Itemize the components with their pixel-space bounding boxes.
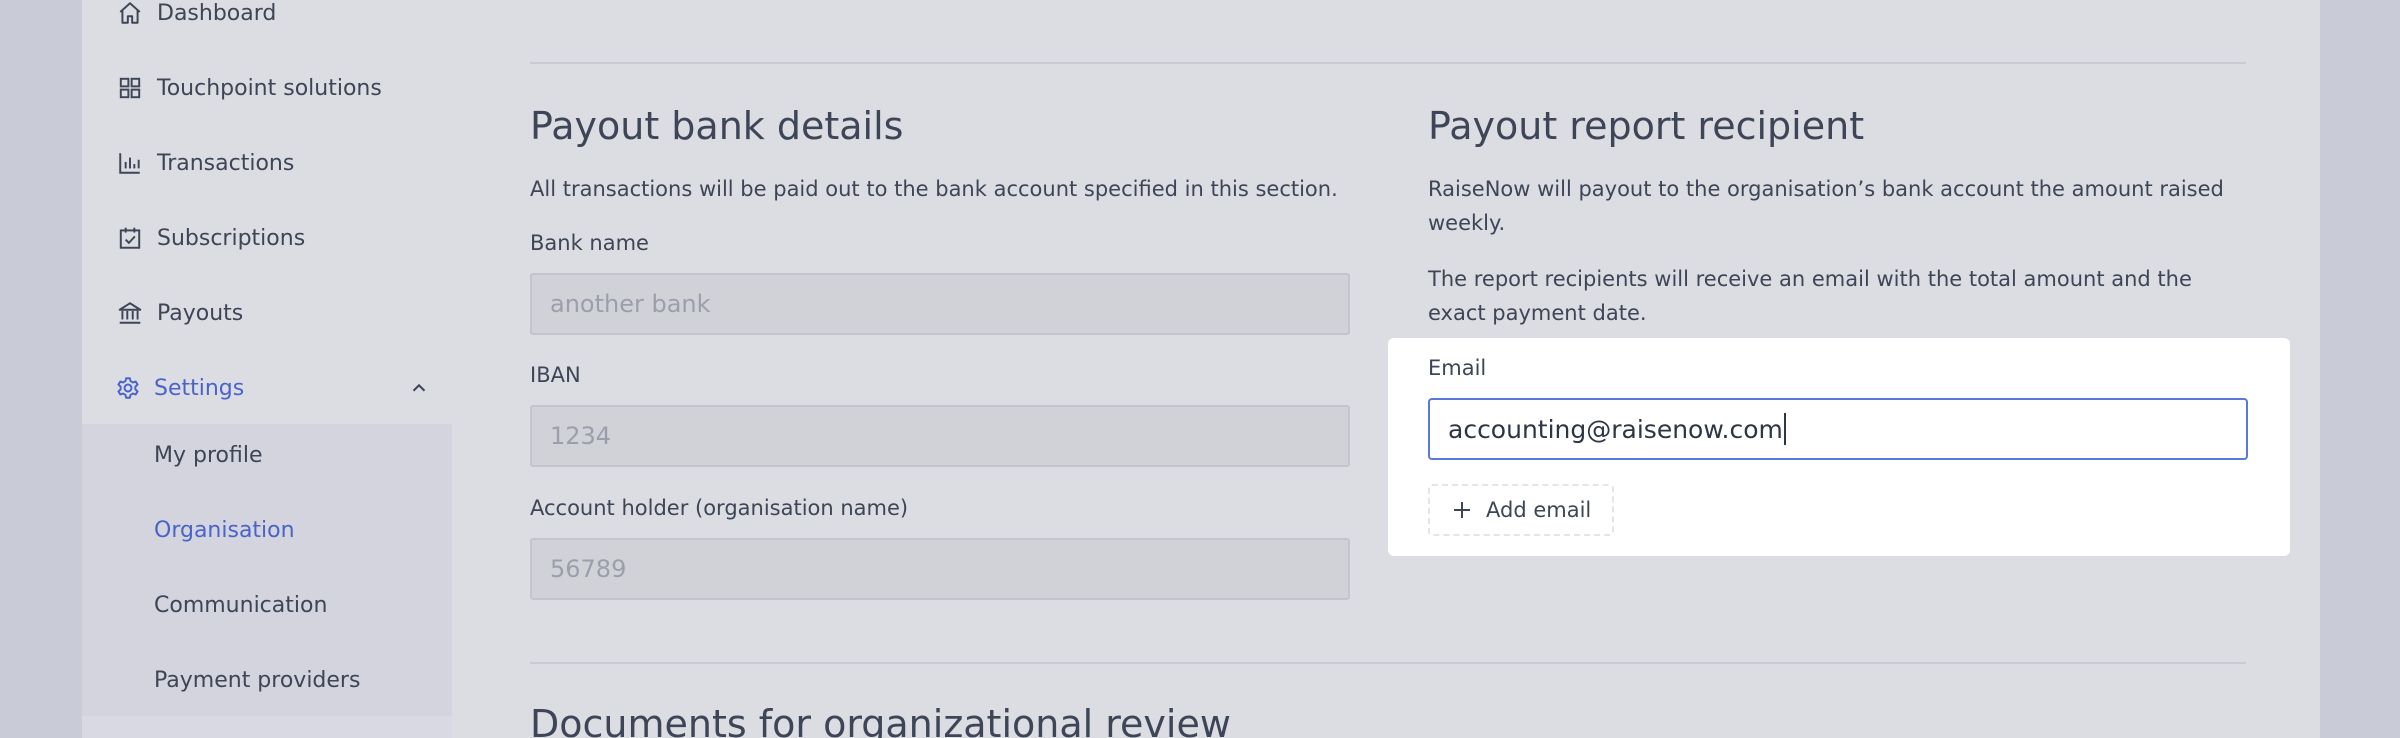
- sidebar-subitem-organisation[interactable]: Organisation: [154, 518, 295, 543]
- gear-icon: [114, 374, 142, 402]
- sidebar-item-label: Settings: [154, 375, 245, 401]
- plus-icon: [1454, 502, 1470, 518]
- documents-title: Documents for organizational review: [530, 702, 1231, 738]
- payout-report-title: Payout report recipient: [1428, 104, 1865, 148]
- sidebar-item-label: Transactions: [157, 150, 295, 176]
- grid-icon: [116, 74, 144, 102]
- payout-bank-description: All transactions will be paid out to the…: [530, 177, 1338, 201]
- sidebar-item-transactions[interactable]: Transactions: [82, 133, 452, 193]
- sidebar-subitem-communication[interactable]: Communication: [154, 593, 327, 618]
- sidebar-footer: [82, 716, 452, 738]
- payout-report-description-1: RaiseNow will payout to the organisation…: [1428, 177, 2224, 235]
- bank-icon: [116, 299, 144, 327]
- sidebar: Dashboard Touchpoint solutions Transacti…: [82, 0, 452, 738]
- sidebar-item-label: Subscriptions: [157, 225, 306, 251]
- payout-report-description-2: The report recipients will receive an em…: [1428, 267, 2192, 325]
- calendar-check-icon: [116, 224, 144, 252]
- sidebar-item-touchpoint-solutions[interactable]: Touchpoint solutions: [82, 58, 452, 118]
- add-email-label: Add email: [1486, 498, 1592, 522]
- home-icon: [116, 0, 144, 27]
- email-value: accounting@raisenow.com: [1448, 414, 1783, 444]
- iban-label: IBAN: [530, 363, 581, 387]
- add-email-button[interactable]: Add email: [1428, 484, 1614, 536]
- sidebar-item-label: Payouts: [157, 300, 244, 326]
- account-holder-value: 56789: [550, 555, 627, 583]
- iban-field: 1234: [530, 405, 1350, 467]
- bank-name-field: another bank: [530, 273, 1350, 335]
- chevron-up-icon[interactable]: [408, 377, 430, 399]
- sidebar-item-label: Dashboard: [157, 0, 277, 26]
- email-field[interactable]: accounting@raisenow.com: [1428, 398, 2248, 460]
- sidebar-subitem-payment-providers[interactable]: Payment providers: [154, 668, 360, 693]
- iban-value: 1234: [550, 422, 612, 450]
- divider: [530, 62, 2246, 64]
- payout-bank-title: Payout bank details: [530, 104, 904, 148]
- bar-chart-icon: [116, 149, 144, 177]
- sidebar-item-dashboard[interactable]: Dashboard: [82, 0, 452, 43]
- account-holder-label: Account holder (organisation name): [530, 496, 909, 520]
- email-label: Email: [1428, 356, 1487, 380]
- bank-name-label: Bank name: [530, 231, 649, 255]
- settings-submenu: My profile Organisation Communication Pa…: [82, 424, 452, 716]
- divider: [530, 662, 2246, 664]
- sidebar-item-settings[interactable]: Settings: [82, 358, 452, 418]
- sidebar-item-payouts[interactable]: Payouts: [82, 283, 452, 343]
- sidebar-item-subscriptions[interactable]: Subscriptions: [82, 208, 452, 268]
- sidebar-item-label: Touchpoint solutions: [157, 75, 382, 101]
- sidebar-subitem-my-profile[interactable]: My profile: [154, 443, 263, 468]
- bank-name-value: another bank: [550, 290, 711, 318]
- account-holder-field: 56789: [530, 538, 1350, 600]
- email-recipient-card: Email accounting@raisenow.com Add email: [1388, 338, 2290, 556]
- text-caret: [1783, 413, 1786, 445]
